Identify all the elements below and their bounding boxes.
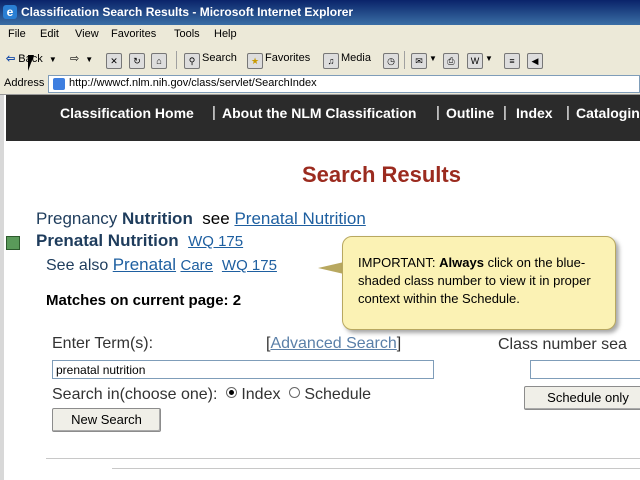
schedule-only-button[interactable]: Schedule only — [524, 386, 640, 410]
edit-button[interactable]: W ▼ — [467, 52, 493, 69]
favorites-button[interactable]: ★ Favorites — [247, 52, 310, 69]
home-icon: ⌂ — [151, 53, 167, 69]
site-nav-bar: Classification Home | About the NLM Clas… — [6, 95, 640, 141]
prenatal-nutrition-link[interactable]: Prenatal Nutrition — [234, 209, 365, 228]
mail-button[interactable]: ✉ ▼ — [411, 52, 437, 69]
important-callout: IMPORTANT: Always click on the blue-shad… — [342, 236, 616, 330]
enter-term-label: Enter Term(s): — [52, 335, 154, 352]
expand-icon[interactable] — [6, 236, 20, 250]
chevron-down-icon[interactable]: ▼ — [429, 54, 437, 63]
nav-classification-home[interactable]: Classification Home — [60, 105, 194, 121]
search-button[interactable]: ⚲ Search — [184, 52, 237, 69]
messenger-icon: ◀ — [527, 53, 543, 69]
radio-schedule[interactable] — [289, 387, 301, 398]
address-bar: Address http://wwwcf.nlm.nih.gov/class/s… — [0, 74, 640, 95]
ie-logo-icon: e — [3, 5, 17, 19]
divider — [112, 468, 640, 469]
result-prenatal-nutrition: Prenatal Nutrition WQ 175 — [36, 231, 244, 250]
stop-button[interactable]: ✕ — [106, 52, 124, 69]
see-also-care-link[interactable]: Care — [181, 257, 214, 274]
toolbar-divider — [404, 51, 405, 69]
class-number-link[interactable]: WQ 175 — [188, 233, 243, 250]
print-button[interactable]: ⎙ — [443, 52, 461, 69]
history-icon: ◷ — [383, 53, 399, 69]
class-number-input[interactable] — [530, 360, 640, 379]
address-input[interactable]: http://wwwcf.nlm.nih.gov/class/servlet/S… — [48, 75, 640, 93]
history-button[interactable]: ◷ — [383, 52, 401, 69]
forward-button[interactable]: ⇨ ▼ — [70, 52, 93, 65]
menu-view[interactable]: View — [75, 28, 99, 40]
radio-schedule-label[interactable]: Schedule — [304, 386, 371, 403]
address-url: http://wwwcf.nlm.nih.gov/class/servlet/S… — [69, 77, 317, 89]
search-in-row: Search in(choose one): Index Schedule — [52, 386, 371, 404]
new-search-button[interactable]: New Search — [52, 408, 161, 432]
chevron-down-icon[interactable]: ▼ — [85, 55, 93, 64]
menu-favorites[interactable]: Favorites — [111, 28, 156, 40]
toolbar-divider — [176, 51, 177, 69]
star-icon: ★ — [247, 53, 263, 69]
page-title: Search Results — [302, 162, 461, 187]
class-number-label: Class number sea — [498, 336, 627, 353]
nav-separator: | — [436, 104, 440, 121]
print-icon: ⎙ — [443, 53, 459, 69]
address-label: Address — [4, 77, 45, 89]
term-input[interactable] — [52, 360, 434, 379]
home-button[interactable]: ⌂ — [151, 52, 169, 69]
menu-tools[interactable]: Tools — [174, 28, 200, 40]
chevron-down-icon[interactable]: ▼ — [49, 55, 57, 64]
advanced-search-link[interactable]: Advanced Search — [270, 335, 396, 352]
refresh-button[interactable]: ↻ — [129, 52, 147, 69]
callout-pointer — [318, 262, 344, 274]
page-left-border — [0, 95, 4, 480]
nav-separator: | — [566, 104, 570, 121]
nav-separator: | — [503, 104, 507, 121]
toolbar: ⇦ Back ▼ ⇨ ▼ ✕ ↻ ⌂ ⚲ Search ★ Favorites ♫ M… — [0, 46, 640, 75]
radio-index[interactable] — [226, 387, 238, 398]
radio-index-label[interactable]: Index — [241, 386, 280, 403]
messenger-button[interactable]: ◀ — [527, 52, 545, 69]
title-bar: e Classification Search Results - Micros… — [0, 0, 640, 25]
divider — [46, 458, 640, 459]
stop-icon: ✕ — [106, 53, 122, 69]
forward-arrow-icon: ⇨ — [70, 53, 80, 65]
see-also-class-number-link[interactable]: WQ 175 — [222, 257, 277, 274]
search-icon: ⚲ — [184, 53, 200, 69]
callout-always: Always — [439, 255, 484, 270]
window-title: Classification Search Results - Microsof… — [21, 5, 354, 19]
discuss-icon: ≡ — [504, 53, 520, 69]
back-arrow-icon: ⇦ — [6, 53, 16, 65]
nav-outline[interactable]: Outline — [446, 105, 494, 121]
mouse-cursor-icon — [28, 55, 34, 71]
mail-icon: ✉ — [411, 53, 427, 69]
result-pregnancy-nutrition: Pregnancy Nutrition see Prenatal Nutriti… — [36, 209, 366, 228]
media-icon: ♫ — [323, 53, 339, 69]
nav-separator: | — [212, 104, 216, 121]
media-button[interactable]: ♫ Media — [323, 52, 371, 69]
nav-index[interactable]: Index — [516, 105, 553, 121]
nav-about[interactable]: About the NLM Classification — [222, 105, 416, 121]
nav-cataloging[interactable]: Cataloging — [576, 105, 640, 121]
advanced-search: [Advanced Search] — [266, 335, 402, 352]
chevron-down-icon[interactable]: ▼ — [485, 54, 493, 63]
menu-edit[interactable]: Edit — [40, 28, 59, 40]
menu-file[interactable]: File — [8, 28, 26, 40]
see-also-prenatal-link[interactable]: Prenatal — [113, 255, 176, 274]
menu-bar: File Edit View Favorites Tools Help — [0, 25, 640, 47]
callout-important-label: IMPORTANT: — [358, 255, 436, 270]
refresh-icon: ↻ — [129, 53, 145, 69]
menu-help[interactable]: Help — [214, 28, 237, 40]
search-in-label: Search in(choose one): — [52, 386, 218, 403]
see-also-row: See also Prenatal Care WQ 175 — [46, 255, 277, 274]
word-icon: W — [467, 53, 483, 69]
discuss-button[interactable]: ≡ — [504, 52, 522, 69]
page-icon — [53, 78, 65, 90]
matches-count: Matches on current page: 2 — [46, 292, 242, 309]
